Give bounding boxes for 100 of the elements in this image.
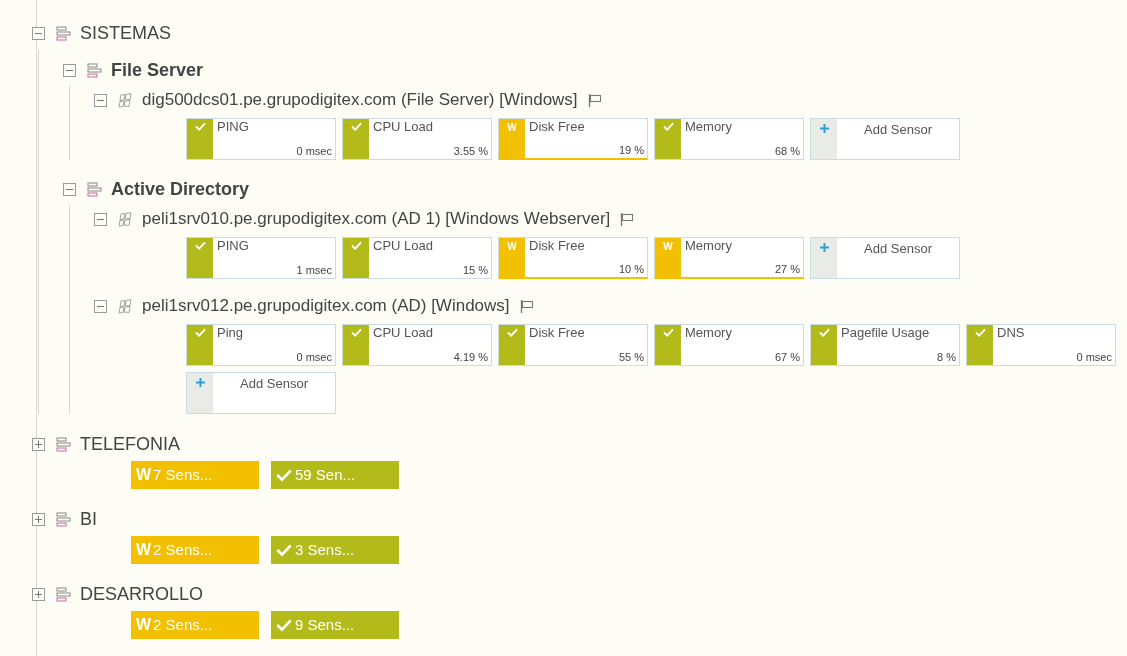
sensor-name: Memory	[685, 325, 733, 341]
warning-mark: W	[136, 465, 152, 485]
check-icon	[276, 618, 292, 632]
device-name[interactable]: dig500dcs01.pe.grupodigitex.com (File Server) [Windows]	[142, 87, 578, 113]
sensor-value: 19 %	[618, 144, 644, 157]
check-icon	[974, 328, 986, 338]
device-name[interactable]: peli1srv010.pe.grupodigitex.com (AD 1) [Windows Webserver]	[142, 206, 611, 232]
add-sensor-button[interactable]: Add Sensor	[186, 372, 336, 414]
collapse-icon[interactable]	[94, 93, 107, 107]
expand-icon[interactable]	[32, 437, 45, 451]
sensor-name: Disk Free	[529, 238, 586, 254]
badge-text: 2 Sens...	[153, 614, 213, 635]
badge-text: 7 Sens...	[153, 464, 213, 485]
sensor-value: 67 %	[774, 351, 800, 364]
sensor-name: Ping	[217, 325, 245, 341]
sensor-tile[interactable]: W Memory 27 %	[654, 237, 804, 279]
badge-text: 2 Sens...	[153, 539, 213, 560]
check-icon	[662, 122, 674, 132]
check-icon	[506, 328, 518, 338]
sensor-value: 8 %	[937, 351, 956, 364]
device-icon	[118, 211, 133, 227]
sensor-value: 0 msec	[1076, 351, 1112, 364]
sensor-tile[interactable]: W Disk Free 19 %	[498, 118, 648, 160]
sensor-value: 55 %	[618, 351, 644, 364]
sensor-name: Disk Free	[529, 119, 586, 135]
group-name[interactable]: File Server	[111, 56, 204, 84]
check-icon	[194, 122, 206, 132]
sensor-name: PING	[217, 119, 250, 135]
sensor-tile[interactable]: CPU Load 4.19 %	[342, 324, 492, 366]
expand-icon[interactable]	[32, 512, 45, 526]
collapse-icon[interactable]	[32, 26, 45, 40]
sensor-name: CPU Load	[373, 325, 434, 341]
group-name[interactable]: Active Directory	[111, 175, 250, 203]
collapse-icon[interactable]	[63, 182, 76, 196]
sensor-value: 0 msec	[296, 145, 332, 158]
sensor-tile[interactable]: Ping 0 msec	[186, 324, 336, 366]
check-icon	[350, 122, 362, 132]
flag-icon[interactable]	[620, 212, 635, 226]
device-icon	[118, 92, 133, 108]
warning-badge: W	[655, 238, 681, 277]
collapse-icon[interactable]	[63, 63, 76, 77]
group-name[interactable]: DESARROLLO	[80, 580, 204, 608]
group-name[interactable]: TELEFONIA	[80, 430, 181, 458]
badge-text: 9 Sens...	[295, 614, 355, 635]
sensor-value: 4.19 %	[453, 351, 488, 364]
check-icon	[276, 468, 292, 482]
sensor-tile[interactable]: PING 0 msec	[186, 118, 336, 160]
sensor-tile[interactable]: Memory 68 %	[654, 118, 804, 160]
flag-icon[interactable]	[587, 93, 602, 107]
sensor-tile[interactable]: Disk Free 55 %	[498, 324, 648, 366]
group-icon	[56, 586, 71, 602]
sensor-value: 27 %	[774, 263, 800, 276]
sensor-tile[interactable]: Pagefile Usage 8 %	[810, 324, 960, 366]
plus-icon	[818, 242, 830, 254]
sensor-value: 15 %	[462, 264, 488, 277]
badge-text: 59 Sen...	[295, 464, 356, 485]
warning-mark: W	[136, 615, 152, 635]
sensor-value: 1 msec	[296, 264, 332, 277]
device-icon	[118, 298, 133, 314]
check-icon	[194, 241, 206, 251]
plus-icon	[194, 377, 206, 389]
sensor-name: DNS	[997, 325, 1026, 341]
sensor-name: Memory	[685, 119, 733, 135]
group-icon	[56, 511, 71, 527]
add-sensor-button[interactable]: Add Sensor	[810, 118, 960, 160]
group-icon	[56, 25, 71, 41]
check-icon	[276, 543, 292, 557]
sensor-name: Pagefile Usage	[841, 325, 931, 341]
sensor-tile[interactable]: DNS 0 msec	[966, 324, 1116, 366]
badge-text: 3 Sens...	[295, 539, 355, 560]
sensor-value: 3.55 %	[453, 145, 488, 158]
sensor-value: 0 msec	[296, 351, 332, 364]
expand-icon[interactable]	[32, 587, 45, 601]
check-icon	[818, 328, 830, 338]
warning-badge: W	[499, 238, 525, 277]
group-icon	[87, 181, 102, 197]
plus-icon	[818, 123, 830, 135]
warning-badge: W	[499, 119, 525, 158]
sensor-tile[interactable]: PING 1 msec	[186, 237, 336, 279]
sensor-tile[interactable]: Memory 67 %	[654, 324, 804, 366]
check-icon	[350, 241, 362, 251]
group-icon	[87, 62, 102, 78]
sensor-value: 68 %	[774, 145, 800, 158]
sensor-tile[interactable]: CPU Load 15 %	[342, 237, 492, 279]
add-sensor-button[interactable]: Add Sensor	[810, 237, 960, 279]
collapse-icon[interactable]	[94, 212, 107, 226]
sensor-tile[interactable]: W Disk Free 10 %	[498, 237, 648, 279]
group-name[interactable]: BI	[80, 505, 97, 533]
sensor-tile[interactable]: CPU Load 3.55 %	[342, 118, 492, 160]
device-name[interactable]: peli1srv012.pe.grupodigitex.com (AD) [Windows]	[142, 293, 510, 319]
group-icon	[56, 436, 71, 452]
check-icon	[662, 328, 674, 338]
sensor-name: PING	[217, 238, 250, 254]
sensor-name: Memory	[685, 238, 733, 254]
group-name[interactable]: SISTEMAS	[80, 19, 172, 47]
flag-icon[interactable]	[519, 299, 534, 313]
sensor-name: Disk Free	[529, 325, 586, 341]
warning-mark: W	[136, 540, 152, 560]
check-icon	[350, 328, 362, 338]
collapse-icon[interactable]	[94, 299, 107, 313]
